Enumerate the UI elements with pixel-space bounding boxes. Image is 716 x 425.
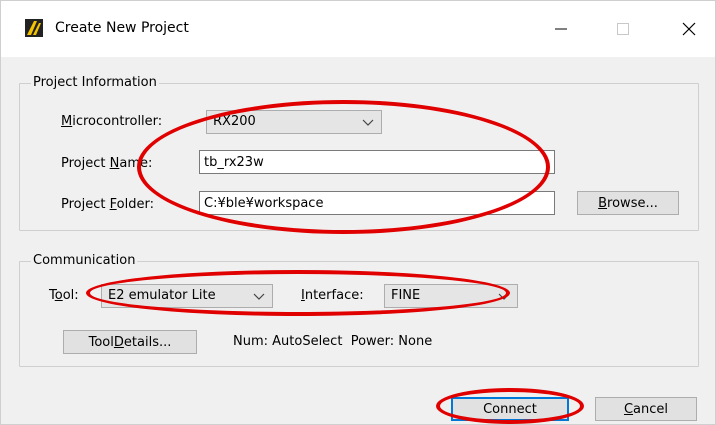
project-name-label: Project Name: bbox=[61, 156, 153, 171]
minimize-button[interactable] bbox=[541, 9, 581, 49]
connect-button[interactable]: Connect bbox=[451, 397, 569, 421]
communication-title: Communication bbox=[31, 253, 138, 268]
chevron-down-icon bbox=[362, 119, 374, 126]
maximize-icon bbox=[617, 23, 629, 35]
project-information-title: Project Information bbox=[31, 75, 159, 90]
chevron-down-icon bbox=[498, 293, 510, 300]
interface-label: Interface: bbox=[301, 288, 364, 303]
project-folder-label: Project Folder: bbox=[61, 197, 154, 212]
interface-value: FINE bbox=[391, 288, 421, 303]
close-button[interactable] bbox=[669, 9, 709, 49]
microcontroller-label: Microcontroller: bbox=[61, 114, 163, 129]
chevron-down-icon bbox=[253, 293, 265, 300]
project-folder-input[interactable] bbox=[199, 191, 555, 215]
tool-select[interactable]: E2 emulator Lite bbox=[101, 284, 273, 308]
microcontroller-value: RX200 bbox=[213, 114, 256, 129]
title-bar: Create New Project bbox=[1, 1, 715, 57]
tool-value: E2 emulator Lite bbox=[108, 288, 216, 303]
project-name-input[interactable] bbox=[199, 150, 555, 174]
close-icon bbox=[682, 22, 696, 36]
tool-label: Tool: bbox=[49, 288, 79, 303]
create-new-project-dialog: Create New Project Project Information M… bbox=[0, 0, 716, 425]
interface-select[interactable]: FINE bbox=[384, 284, 518, 308]
maximize-button[interactable] bbox=[603, 9, 643, 49]
renesas-app-icon bbox=[25, 19, 43, 37]
microcontroller-select[interactable]: RX200 bbox=[206, 110, 382, 134]
browse-button[interactable]: Browse... bbox=[577, 191, 679, 215]
minimize-icon bbox=[555, 28, 567, 30]
tool-details-button[interactable]: Tool Details... bbox=[63, 330, 197, 354]
window-title: Create New Project bbox=[55, 20, 189, 36]
connection-status-text: Num: AutoSelect Power: None bbox=[233, 334, 433, 349]
cancel-button[interactable]: Cancel bbox=[595, 397, 697, 421]
